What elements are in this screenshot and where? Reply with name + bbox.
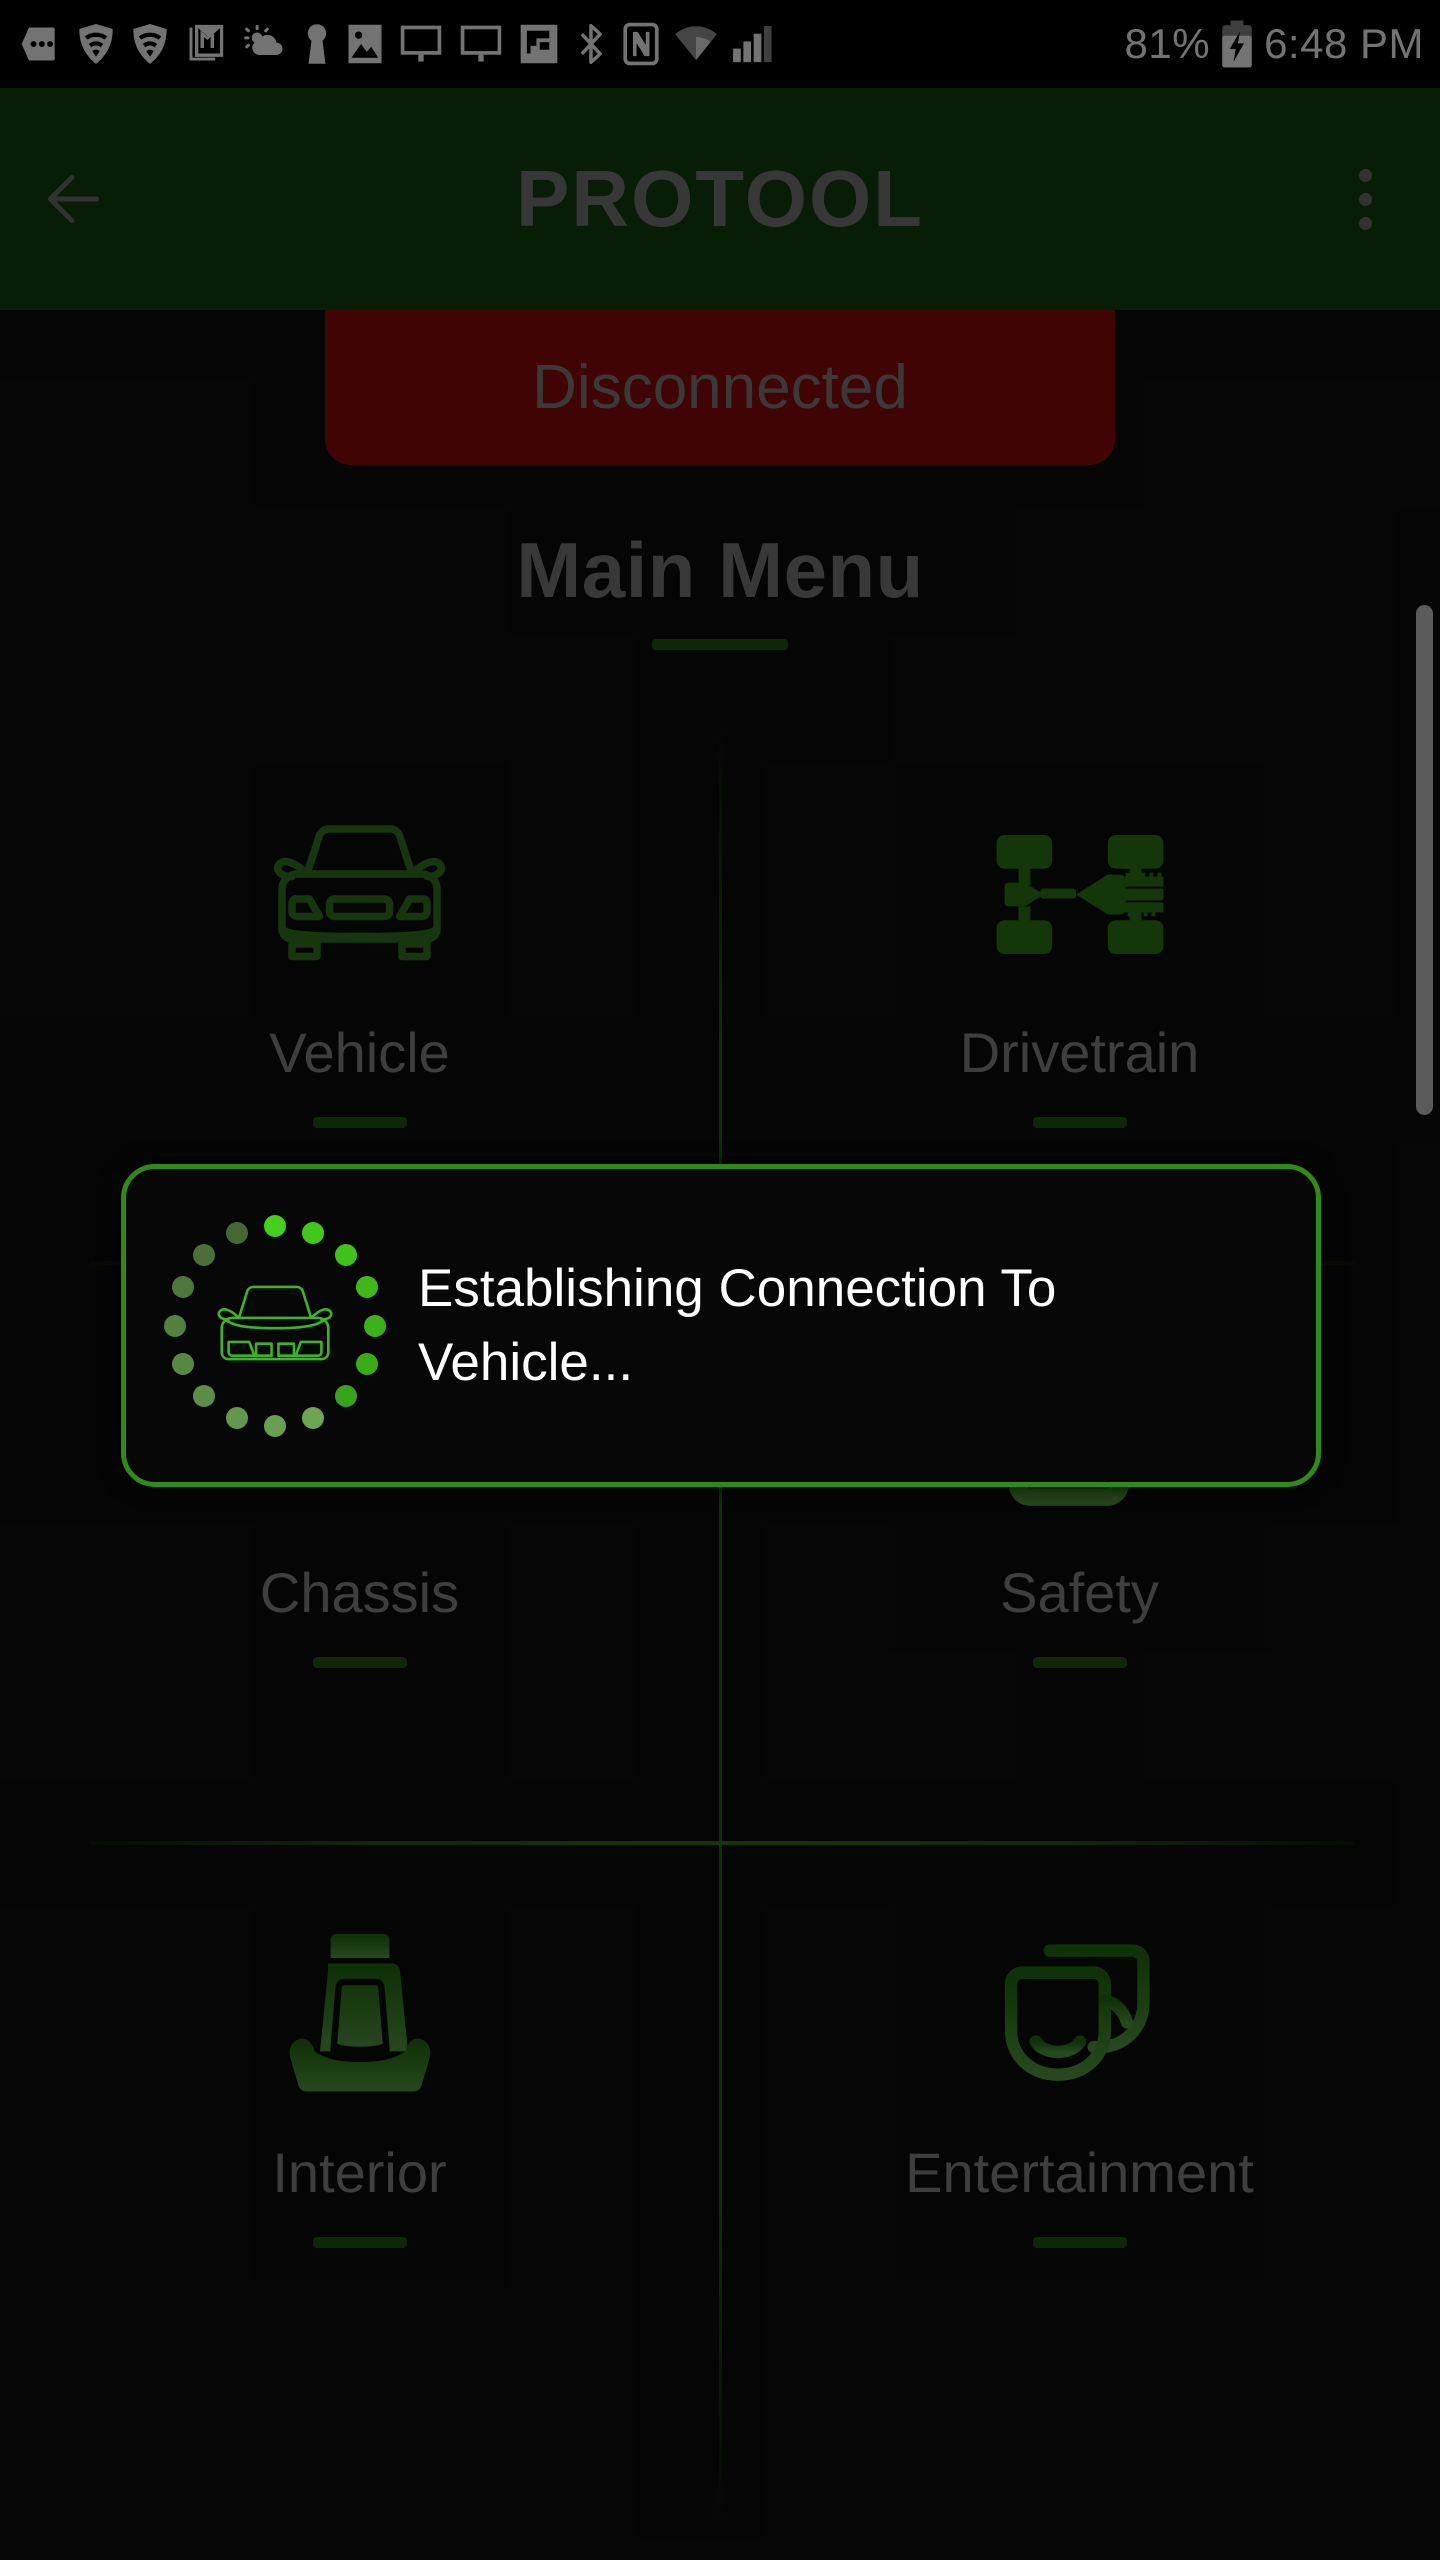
status-bar-right-group: 81% 6:48 PM — [1125, 18, 1424, 70]
spinner-dot — [264, 1414, 286, 1437]
app-bar: PROTOOL — [0, 88, 1440, 310]
spinner-dot — [302, 1222, 325, 1245]
car-front-line-icon — [217, 1285, 333, 1360]
menu-tile-underline — [1032, 1117, 1127, 1128]
menu-tile-icon-slot — [720, 725, 1439, 1025]
spinner-dot — [171, 1352, 194, 1375]
menu-tile-label: Chassis — [259, 1561, 460, 1624]
menu-tile-icon-slot — [0, 725, 719, 1025]
spinner-dot — [225, 1222, 248, 1245]
drivetrain-axle-icon — [996, 834, 1163, 954]
menu-tile-label: Vehicle — [269, 1021, 450, 1084]
overflow-menu-icon — [1358, 168, 1372, 182]
spinner-dot — [164, 1314, 186, 1337]
page-title-block: Main Menu — [0, 525, 1440, 650]
status-bar: 81% 6:48 PM — [0, 0, 1440, 88]
menu-tile-label: Entertainment — [905, 2141, 1254, 2204]
battery-percent-label: 81% — [1124, 20, 1211, 67]
wifi-icon — [675, 26, 717, 61]
spinner-dot — [193, 1385, 216, 1408]
connection-status-banner[interactable]: Disconnected — [325, 310, 1115, 465]
spinner-dot — [171, 1276, 194, 1299]
menu-tile-underline — [312, 1117, 407, 1128]
spinner-dot — [364, 1314, 386, 1337]
cast-screen-icon-2 — [460, 25, 502, 62]
battery-charging-icon — [1222, 20, 1252, 68]
menu-tile-underline — [1032, 1657, 1127, 1668]
weather-partly-cloudy-icon — [244, 24, 283, 55]
spinner-dot — [356, 1352, 379, 1375]
spinner-dot — [225, 1406, 248, 1429]
connecting-dialog: Establishing Connection To Vehicle... — [121, 1164, 1321, 1487]
back-arrow-icon — [47, 174, 100, 224]
menu-tile-label: Safety — [1000, 1561, 1159, 1624]
menu-tile-icon-slot — [0, 1845, 719, 2145]
scrollbar-track[interactable] — [1416, 310, 1440, 2560]
overflow-menu-icon-dot3 — [1358, 216, 1372, 230]
menu-tile-icon-slot — [720, 1845, 1439, 2145]
page-title-underline — [652, 639, 788, 650]
cell-signal-icon — [733, 26, 772, 63]
car-front-outline-icon — [273, 825, 446, 961]
nfc-icon — [623, 22, 659, 66]
overflow-menu-icon-dot2 — [1358, 192, 1372, 206]
spinner-dot — [193, 1243, 216, 1266]
page-title: Main Menu — [516, 526, 924, 614]
car-seat-icon — [289, 1934, 430, 2092]
menu-tile-interior[interactable]: Interior — [0, 1845, 719, 2405]
wifi-shield-icon — [79, 24, 113, 64]
menu-tile-label: Interior — [272, 2141, 447, 2204]
spinner-dot — [334, 1385, 357, 1408]
menu-tile-entertainment[interactable]: Entertainment — [720, 1845, 1439, 2405]
app-bar-title: PROTOOL — [515, 154, 925, 243]
menu-tile-underline — [312, 2237, 407, 2248]
scrollbar-thumb[interactable] — [1416, 605, 1433, 1115]
more-messages-icon — [21, 27, 55, 61]
menu-tile-underline — [312, 1657, 407, 1668]
menu-tile-underline — [1032, 2237, 1127, 2248]
photos-icon — [348, 24, 382, 64]
wifi-shield-icon-2 — [133, 24, 167, 64]
overflow-menu-button[interactable] — [1290, 168, 1440, 230]
connection-status-label: Disconnected — [532, 353, 908, 422]
back-button[interactable] — [0, 162, 150, 236]
app-screen: 81% 6:48 PM PROTOOL Disconnected Main Me… — [0, 0, 1440, 2560]
flipboard-icon — [520, 24, 558, 64]
gmail-icon — [189, 24, 224, 61]
spinner-dot — [356, 1276, 379, 1299]
menu-tile-label: Drivetrain — [959, 1021, 1200, 1084]
connecting-dialog-message: Establishing Connection To Vehicle... — [418, 1259, 1057, 1392]
spinner-dot — [264, 1214, 286, 1237]
clock-label: 6:48 PM — [1264, 20, 1424, 67]
status-bar-icon-group — [18, 22, 1125, 66]
spinner-dot — [302, 1406, 325, 1429]
spinner-dot — [334, 1243, 357, 1266]
cast-screen-icon — [400, 25, 442, 62]
bluetooth-icon — [580, 23, 602, 65]
theater-masks-icon — [1004, 1944, 1150, 2081]
menu-grid: Vehicle Drivetrain Chassis Safety Interi… — [0, 725, 1440, 2525]
keyhole-icon — [307, 24, 327, 64]
loading-dots-spinner — [160, 1211, 390, 1441]
